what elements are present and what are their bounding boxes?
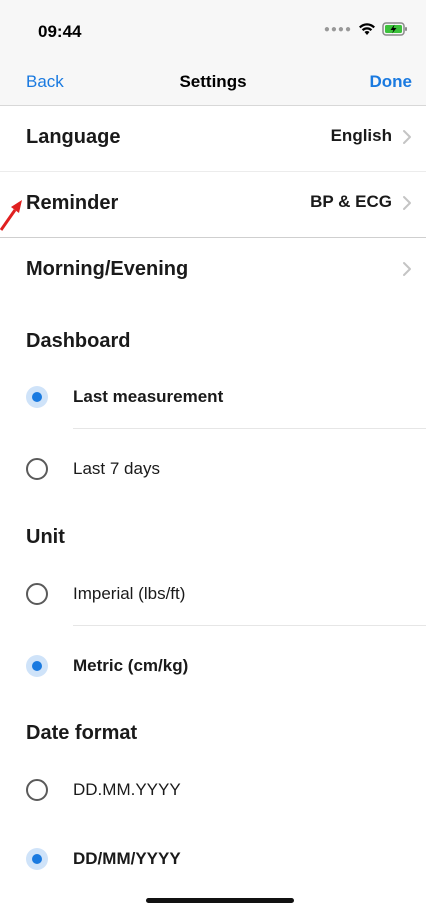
row-label: Reminder xyxy=(26,192,119,214)
status-time: 09:44 xyxy=(38,22,82,41)
radio-option-dd-mm-yyyy-dots[interactable]: DD.MM.YYYY xyxy=(0,761,426,817)
annotation-arrow-icon xyxy=(0,200,22,231)
settings-row-morning-evening[interactable]: Morning/Evening xyxy=(0,238,426,304)
radio-option-last-measurement[interactable]: Last measurement xyxy=(0,368,426,424)
radio-option-imperial[interactable]: Imperial (lbs/ft) xyxy=(0,565,426,621)
radio-button[interactable] xyxy=(26,779,48,801)
row-label: Language xyxy=(26,126,121,148)
section-header-date-format: Date format xyxy=(26,722,138,744)
settings-row-reminder[interactable]: Reminder BP & ECG xyxy=(0,172,426,238)
radio-button[interactable] xyxy=(26,583,48,605)
radio-label: DD.MM.YYYY xyxy=(73,780,181,799)
radio-option-dd-mm-yyyy-slashes[interactable]: DD/MM/YYYY xyxy=(0,830,426,886)
section-header-dashboard: Dashboard xyxy=(26,330,131,352)
divider xyxy=(73,428,426,429)
status-bar: 09:44 ●●●● xyxy=(0,0,426,62)
radio-button-selected[interactable] xyxy=(26,386,48,408)
radio-button-selected[interactable] xyxy=(26,655,48,677)
radio-label: DD/MM/YYYY xyxy=(73,849,181,868)
chevron-right-icon xyxy=(403,196,411,210)
home-indicator[interactable] xyxy=(146,898,294,903)
chevron-right-icon xyxy=(403,130,411,144)
page-title: Settings xyxy=(179,72,247,91)
settings-row-language[interactable]: Language English xyxy=(0,106,426,172)
wifi-icon xyxy=(359,23,375,35)
radio-button-selected[interactable] xyxy=(26,848,48,870)
row-label: Morning/Evening xyxy=(26,258,189,280)
row-value: English xyxy=(330,126,392,145)
navigation-bar: Back Settings Done xyxy=(0,62,426,106)
battery-charging-icon xyxy=(382,22,407,36)
done-button[interactable]: Done xyxy=(370,72,413,92)
radio-label: Metric (cm/kg) xyxy=(73,656,189,675)
section-header-unit: Unit xyxy=(26,526,65,548)
status-icons: ●●●● xyxy=(324,22,408,36)
radio-label: Imperial (lbs/ft) xyxy=(73,584,186,603)
row-value: BP & ECG xyxy=(310,192,392,211)
radio-option-metric[interactable]: Metric (cm/kg) xyxy=(0,637,426,693)
radio-label: Last measurement xyxy=(73,387,224,406)
radio-label: Last 7 days xyxy=(73,459,160,478)
signal-icon: ●●●● xyxy=(323,23,352,35)
radio-button[interactable] xyxy=(26,458,48,480)
divider xyxy=(73,625,426,626)
chevron-right-icon xyxy=(403,262,411,276)
radio-option-last-7-days[interactable]: Last 7 days xyxy=(0,440,426,496)
